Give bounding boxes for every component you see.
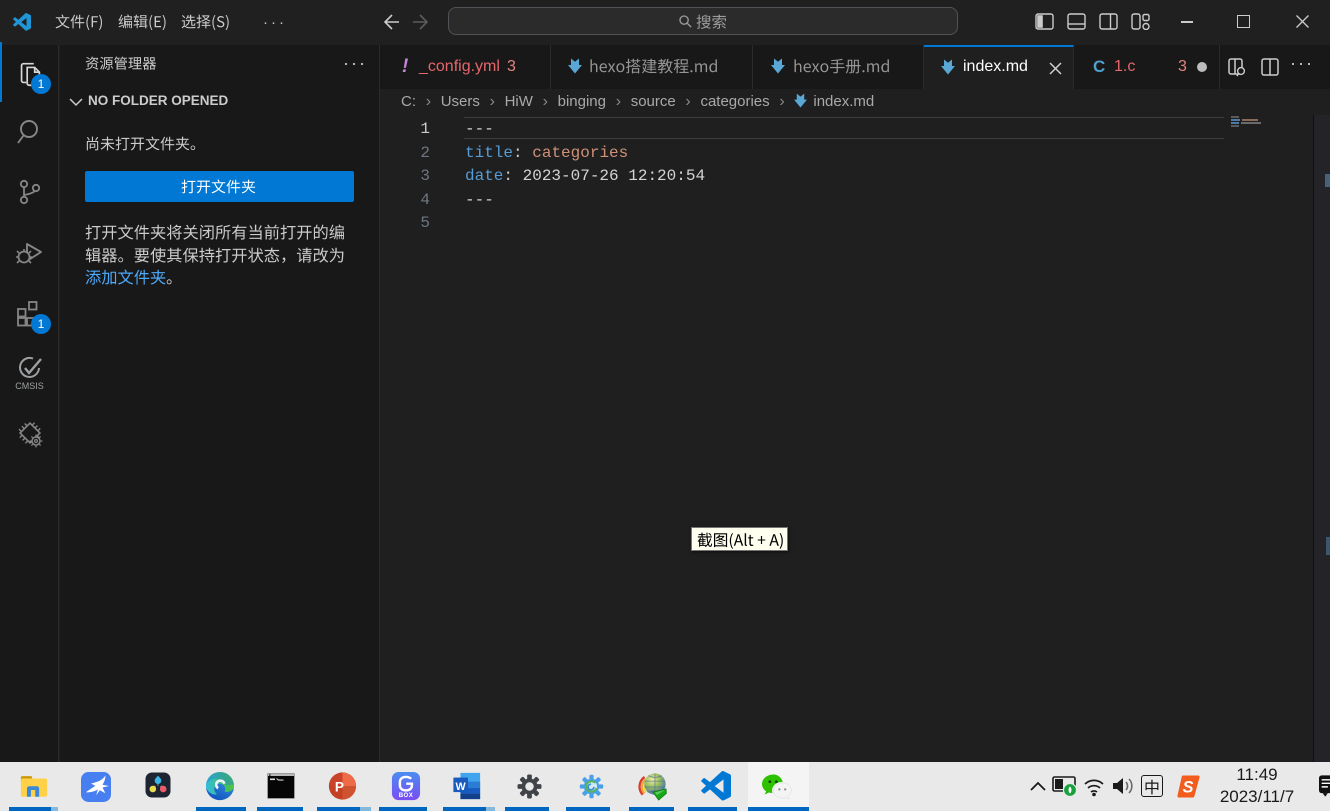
svg-text:BOX: BOX <box>399 792 414 799</box>
svg-text:S: S <box>1183 779 1194 797</box>
svg-text:W: W <box>456 781 467 793</box>
svg-text:P: P <box>335 779 344 794</box>
